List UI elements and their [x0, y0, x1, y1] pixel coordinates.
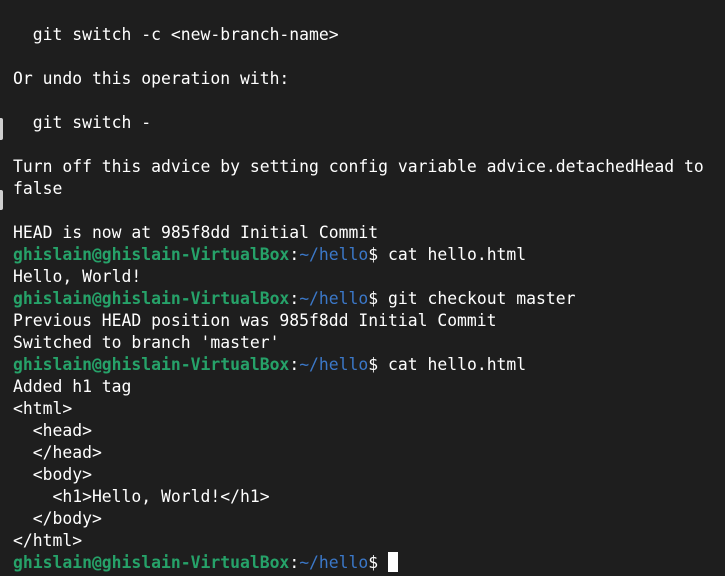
- prompt-colon: :: [289, 355, 300, 374]
- prompt-path: ~/hello: [299, 553, 369, 572]
- output-text: Switched to branch 'master': [13, 333, 280, 352]
- command-text: [378, 553, 388, 572]
- prompt-user-host: ghislain@ghislain-VirtualBox: [13, 553, 290, 572]
- command-text: cat hello.html: [378, 245, 527, 264]
- prompt-user-host: ghislain@ghislain-VirtualBox: [13, 289, 290, 308]
- output-text: <body>: [13, 465, 92, 484]
- output-text: Previous HEAD position was 985f8dd Initi…: [13, 311, 497, 330]
- prompt-line: ghislain@ghislain-VirtualBox:~/hello$ ca…: [13, 354, 725, 376]
- output-text: git switch -c <new-branch-name>: [13, 25, 339, 44]
- output-line: </body>: [13, 508, 725, 530]
- output-text: </html>: [13, 531, 83, 550]
- output-line: <h1>Hello, World!</h1>: [13, 486, 725, 508]
- output-line: false: [13, 178, 725, 200]
- output-line: Hello, World!: [13, 266, 725, 288]
- prompt-path: ~/hello: [299, 245, 369, 264]
- output-line: Or undo this operation with:: [13, 68, 725, 90]
- output-line: git switch -: [13, 112, 725, 134]
- prompt-path: ~/hello: [299, 355, 369, 374]
- output-line: </html>: [13, 530, 725, 552]
- output-line: <body>: [13, 464, 725, 486]
- command-text: cat hello.html: [378, 355, 527, 374]
- terminal-output: git switch -c <new-branch-name> Or undo t…: [13, 24, 725, 574]
- output-line: Turn off this advice by setting config v…: [13, 156, 725, 178]
- output-text: Or undo this operation with:: [13, 69, 290, 88]
- output-text: </body>: [13, 509, 102, 528]
- left-edge-indicator: [0, 118, 3, 140]
- prompt-dollar: $: [368, 289, 379, 308]
- text-cursor[interactable]: [388, 552, 399, 572]
- output-text: Turn off this advice by setting config v…: [13, 157, 704, 176]
- output-text: Added h1 tag: [13, 377, 132, 396]
- output-line: HEAD is now at 985f8dd Initial Commit: [13, 222, 725, 244]
- output-text: </head>: [13, 443, 102, 462]
- output-text: <head>: [13, 421, 92, 440]
- command-text: git checkout master: [378, 289, 576, 308]
- output-line: <html>: [13, 398, 725, 420]
- prompt-line: ghislain@ghislain-VirtualBox:~/hello$: [13, 552, 725, 574]
- prompt-dollar: $: [368, 245, 379, 264]
- output-text: git switch -: [13, 113, 152, 132]
- output-line: git switch -c <new-branch-name>: [13, 24, 725, 46]
- prompt-colon: :: [289, 245, 300, 264]
- output-line: Previous HEAD position was 985f8dd Initi…: [13, 310, 725, 332]
- prompt-user-host: ghislain@ghislain-VirtualBox: [13, 245, 290, 264]
- prompt-dollar: $: [368, 553, 379, 572]
- output-text: <h1>Hello, World!</h1>: [13, 487, 270, 506]
- prompt-user-host: ghislain@ghislain-VirtualBox: [13, 355, 290, 374]
- prompt-line: ghislain@ghislain-VirtualBox:~/hello$ gi…: [13, 288, 725, 310]
- output-line: Added h1 tag: [13, 376, 725, 398]
- left-edge-indicator: [0, 190, 3, 210]
- prompt-path: ~/hello: [299, 289, 369, 308]
- output-line: </head>: [13, 442, 725, 464]
- output-line: <head>: [13, 420, 725, 442]
- terminal-window[interactable]: git switch -c <new-branch-name> Or undo t…: [0, 0, 725, 576]
- prompt-line: ghislain@ghislain-VirtualBox:~/hello$ ca…: [13, 244, 725, 266]
- output-line: Switched to branch 'master': [13, 332, 725, 354]
- prompt-colon: :: [289, 553, 300, 572]
- prompt-colon: :: [289, 289, 300, 308]
- output-text: Hello, World!: [13, 267, 142, 286]
- prompt-dollar: $: [368, 355, 379, 374]
- output-text: false: [13, 179, 63, 198]
- output-text: HEAD is now at 985f8dd Initial Commit: [13, 223, 379, 242]
- output-text: <html>: [13, 399, 73, 418]
